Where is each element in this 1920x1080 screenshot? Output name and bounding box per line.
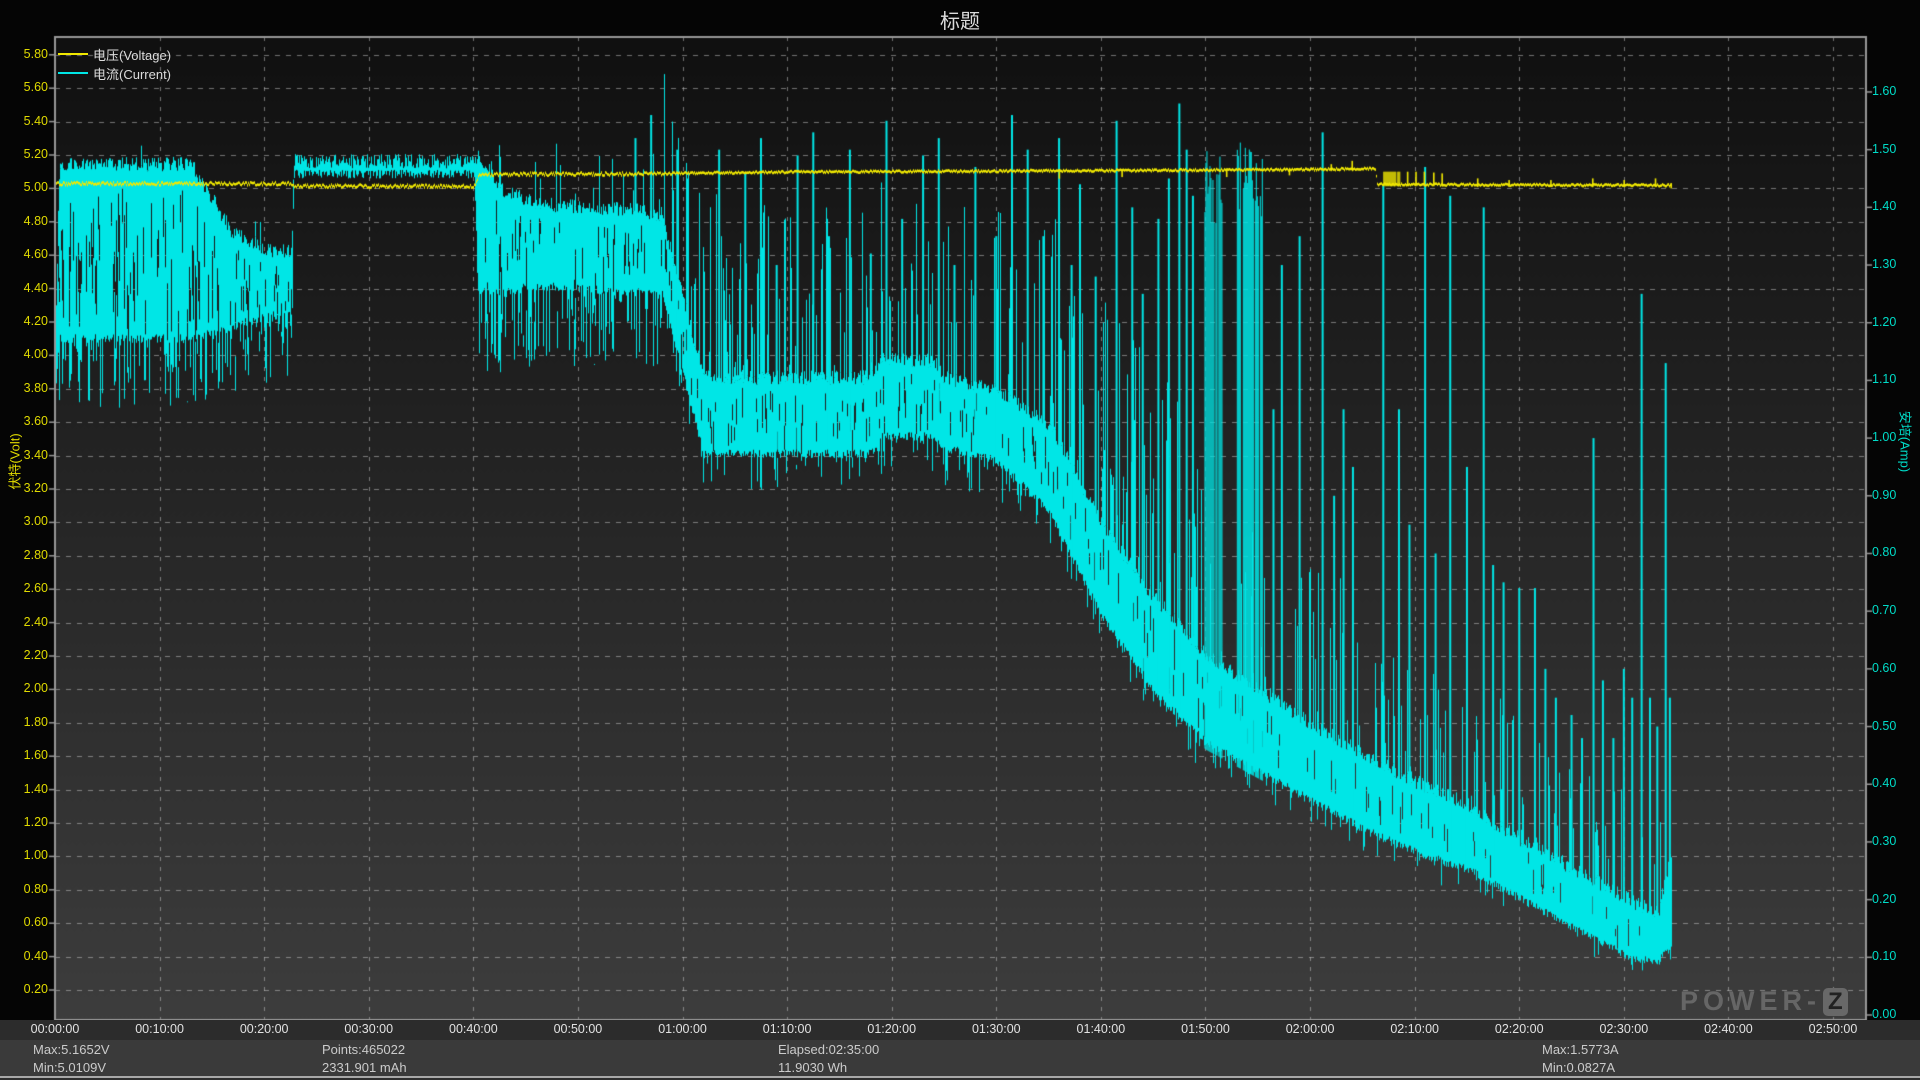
- left-axis-tick-label: 2.60: [2, 581, 48, 595]
- left-axis-tick-label: 0.20: [2, 982, 48, 996]
- left-axis-tick-label: 1.00: [2, 848, 48, 862]
- left-axis-tick-label: 1.40: [2, 782, 48, 796]
- x-axis-tick-label: 01:20:00: [852, 1022, 932, 1036]
- right-axis-tick-label: 0.10: [1872, 949, 1918, 963]
- left-axis-tick-label: 4.00: [2, 347, 48, 361]
- x-axis-tick-label: 01:00:00: [643, 1022, 723, 1036]
- right-axis-tick-label: 1.10: [1872, 372, 1918, 386]
- right-axis-tick-label: 1.30: [1872, 257, 1918, 271]
- left-axis-tick-label: 5.00: [2, 180, 48, 194]
- x-axis-tick-label: 00:50:00: [538, 1022, 618, 1036]
- legend-current-label: 电流(Current): [93, 64, 171, 83]
- left-axis-tick-label: 3.20: [2, 481, 48, 495]
- right-axis-tick-label: 0.40: [1872, 776, 1918, 790]
- right-axis-tick-label: 0.60: [1872, 661, 1918, 675]
- current-legend-line-icon: [58, 72, 88, 74]
- x-axis-tick-label: 01:40:00: [1061, 1022, 1141, 1036]
- left-axis-tick-label: 3.00: [2, 514, 48, 528]
- status-elapsed: Elapsed:02:35:00: [778, 1041, 879, 1058]
- left-axis-tick-label: 4.60: [2, 247, 48, 261]
- left-axis-tick-label: 2.20: [2, 648, 48, 662]
- x-axis-tick-label: 00:00:00: [15, 1022, 95, 1036]
- left-axis-tick-label: 0.80: [2, 882, 48, 896]
- powerz-logo: POWER-Z: [1680, 986, 1848, 1017]
- left-axis-tick-label: 5.20: [2, 147, 48, 161]
- right-axis-tick-label: 1.50: [1872, 142, 1918, 156]
- left-axis-tick-label: 2.40: [2, 615, 48, 629]
- x-axis-tick-label: 02:10:00: [1375, 1022, 1455, 1036]
- status-energy: 11.9030 Wh: [778, 1059, 847, 1076]
- x-axis-tick-label: 01:30:00: [956, 1022, 1036, 1036]
- right-axis-tick-label: 1.40: [1872, 199, 1918, 213]
- status-bar: [0, 1040, 1920, 1076]
- powerz-logo-text: POWER-: [1680, 986, 1821, 1017]
- x-axis-tick-label: 02:40:00: [1688, 1022, 1768, 1036]
- voltage-legend-line-icon: [58, 53, 88, 55]
- legend-item-current[interactable]: 电流(Current): [58, 66, 171, 80]
- left-axis-tick-label: 4.80: [2, 214, 48, 228]
- left-axis-tick-label: 1.60: [2, 748, 48, 762]
- right-axis-tick-label: 0.00: [1872, 1007, 1918, 1021]
- status-current-min: Min:0.0827A: [1542, 1059, 1615, 1076]
- left-axis-tick-label: 0.60: [2, 915, 48, 929]
- status-capacity: 2331.901 mAh: [322, 1059, 407, 1076]
- x-axis-tick-label: 00:40:00: [433, 1022, 513, 1036]
- powerz-chart-window: 标题 电压(Voltage) 电流(Current) 伏特(Volt) 安培(A…: [0, 0, 1920, 1080]
- x-axis-tick-label: 02:50:00: [1793, 1022, 1873, 1036]
- legend-voltage-label: 电压(Voltage): [93, 45, 171, 64]
- right-axis-tick-label: 0.20: [1872, 892, 1918, 906]
- right-axis-tick-label: 1.00: [1872, 430, 1918, 444]
- x-axis-tick-label: 00:20:00: [224, 1022, 304, 1036]
- right-axis-tick-label: 0.50: [1872, 719, 1918, 733]
- left-axis-tick-label: 2.80: [2, 548, 48, 562]
- x-axis-tick-label: 02:30:00: [1584, 1022, 1664, 1036]
- left-axis-tick-label: 4.20: [2, 314, 48, 328]
- x-axis-tick-label: 02:20:00: [1479, 1022, 1559, 1036]
- x-axis-tick-label: 00:10:00: [120, 1022, 200, 1036]
- x-axis-tick-label: 02:00:00: [1270, 1022, 1350, 1036]
- right-axis-tick-label: 0.70: [1872, 603, 1918, 617]
- left-axis-tick-label: 3.40: [2, 448, 48, 462]
- left-axis-tick-label: 1.80: [2, 715, 48, 729]
- left-axis-tick-label: 5.40: [2, 114, 48, 128]
- right-axis-tick-label: 0.80: [1872, 545, 1918, 559]
- left-axis-tick-label: 0.40: [2, 949, 48, 963]
- left-axis-tick-label: 3.80: [2, 381, 48, 395]
- status-voltage-max: Max:5.1652V: [33, 1041, 110, 1058]
- chart-plot-canvas[interactable]: [0, 0, 1920, 1080]
- left-axis-tick-label: 3.60: [2, 414, 48, 428]
- right-axis-tick-label: 1.60: [1872, 84, 1918, 98]
- legend-item-voltage[interactable]: 电压(Voltage): [58, 47, 171, 61]
- left-axis-tick-label: 1.20: [2, 815, 48, 829]
- x-axis-tick-label: 01:50:00: [1165, 1022, 1245, 1036]
- powerz-logo-z-icon: Z: [1823, 988, 1848, 1016]
- x-axis-tick-label: 00:30:00: [329, 1022, 409, 1036]
- left-axis-tick-label: 5.80: [2, 47, 48, 61]
- right-axis-tick-label: 0.90: [1872, 488, 1918, 502]
- chart-title: 标题: [0, 5, 1920, 34]
- left-axis-tick-label: 2.00: [2, 681, 48, 695]
- status-voltage-min: Min:5.0109V: [33, 1059, 106, 1076]
- status-current-max: Max:1.5773A: [1542, 1041, 1619, 1058]
- x-axis-tick-label: 01:10:00: [747, 1022, 827, 1036]
- right-axis-tick-label: 0.30: [1872, 834, 1918, 848]
- status-points: Points:465022: [322, 1041, 405, 1058]
- left-axis-tick-label: 5.60: [2, 80, 48, 94]
- right-axis-tick-label: 1.20: [1872, 315, 1918, 329]
- left-axis-tick-label: 4.40: [2, 281, 48, 295]
